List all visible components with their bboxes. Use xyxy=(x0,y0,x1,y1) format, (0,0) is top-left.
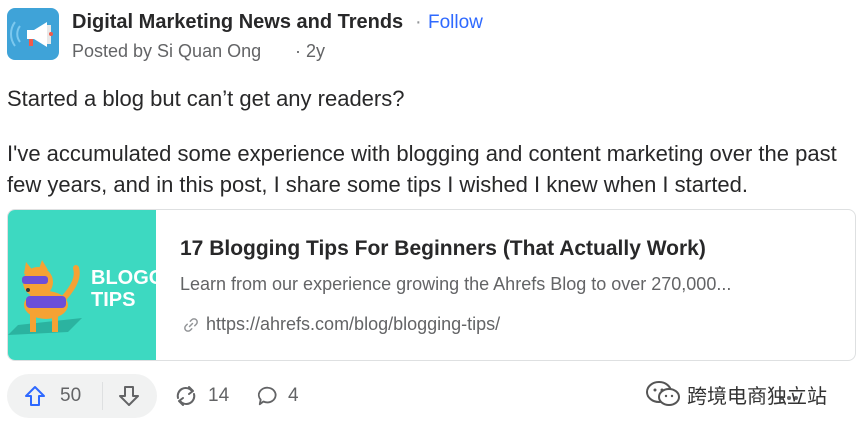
link-title[interactable]: 17 Blogging Tips For Beginners (That Act… xyxy=(180,237,706,261)
post-header: Digital Marketing News and Trends · Foll… xyxy=(7,7,857,63)
upvote-count: 50 xyxy=(60,385,82,406)
upvote-button[interactable]: 50 xyxy=(7,374,101,418)
thumbnail-caption-line1: BLOGG xyxy=(91,267,156,289)
share-count: 14 xyxy=(208,385,230,406)
vote-pill: 50 xyxy=(7,374,157,418)
post-time[interactable]: · 2y xyxy=(295,41,325,62)
link-url: https://ahrefs.com/blog/blogging-tips/ xyxy=(206,314,501,334)
megaphone-icon xyxy=(10,21,53,47)
arrow-down-icon xyxy=(119,386,139,406)
wechat-logo-icon xyxy=(646,381,680,406)
comment-count: 4 xyxy=(288,385,299,406)
comment-icon xyxy=(257,386,277,406)
link-preview-card[interactable]: BLOGG TIPS 17 Blogging Tips For Beginner… xyxy=(7,209,856,361)
share-icon xyxy=(176,386,196,406)
link-description: Learn from our experience growing the Ah… xyxy=(180,274,732,294)
space-avatar[interactable] xyxy=(7,8,59,60)
link-icon xyxy=(184,318,198,332)
thumbnail-caption: BLOGG TIPS xyxy=(91,267,156,311)
thumbnail-caption-line2: TIPS xyxy=(91,289,136,311)
post-title: Started a blog but can’t get any readers… xyxy=(7,86,405,111)
separator-dot: · xyxy=(415,11,422,33)
arrow-up-icon xyxy=(25,386,45,406)
downvote-button[interactable] xyxy=(103,374,157,418)
watermark-text: 跨境电商独立站 xyxy=(687,384,827,408)
link-thumbnail: BLOGG TIPS xyxy=(8,210,156,360)
follow-button[interactable]: Follow xyxy=(428,12,483,34)
watermark: 跨境电商独立站 xyxy=(645,378,855,412)
comment-button[interactable]: 4 xyxy=(257,374,307,418)
posted-by-text[interactable]: Posted by Si Quan Ong xyxy=(72,41,261,62)
share-button[interactable]: 14 xyxy=(173,374,237,418)
post-body: I've accumulated some experience with bl… xyxy=(7,141,837,197)
space-name-link[interactable]: Digital Marketing News and Trends xyxy=(72,11,403,34)
